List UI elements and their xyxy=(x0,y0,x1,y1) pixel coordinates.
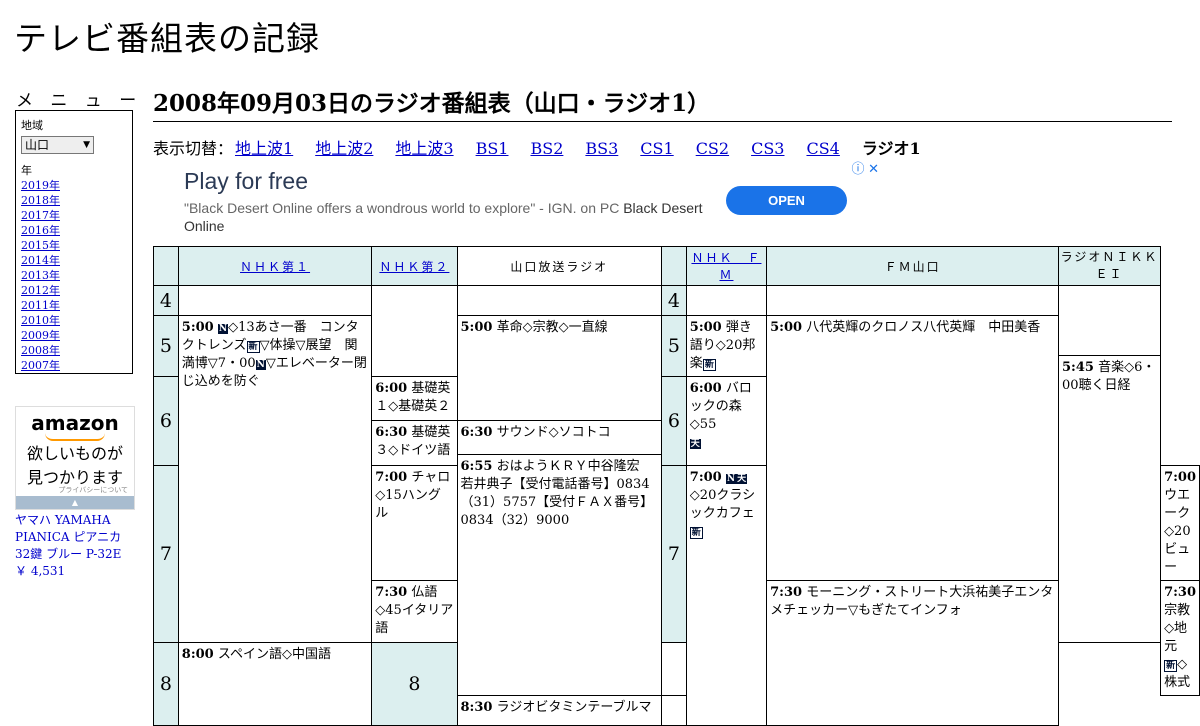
corner-cell-2 xyxy=(661,246,687,286)
empty-cell xyxy=(371,285,458,377)
empty-cell xyxy=(177,285,373,316)
new-program-icon: 新 xyxy=(1164,660,1178,672)
product-price: ￥ 4,531 xyxy=(15,564,66,578)
empty-cell xyxy=(456,285,663,316)
program-cell[interactable]: 6:30 基礎英３◇ドイツ語 xyxy=(371,420,458,466)
amazon-tagline-1: 欲しいものが xyxy=(26,444,123,463)
empty-cell xyxy=(661,695,687,726)
corner-cell xyxy=(153,246,179,286)
year-link-2015[interactable]: 2015年 xyxy=(21,239,60,252)
hour-cell: 4 xyxy=(153,285,179,316)
program-cell[interactable]: 5:00 八代英輝のクロノス八代英輝 中田美香 xyxy=(766,315,1060,581)
year-link-2008[interactable]: 2008年 xyxy=(21,344,60,357)
region-label: 地域 xyxy=(21,119,43,132)
product-name[interactable]: ヤマハ YAMAHA PIANICA ピアニカ 32鍵 ブルー P-32E xyxy=(15,513,121,561)
amazon-ad[interactable]: amazon 欲しいものが 見つかります プライバシーについて ▲ xyxy=(15,406,135,510)
program-cell[interactable]: 5:45 音楽◇6・00聴く日経 xyxy=(1058,355,1162,643)
program-cell[interactable]: 7:30 仏語◇45イタリア語 xyxy=(371,580,458,643)
program-cell[interactable]: 5:00 革命◇宗教◇一直線 xyxy=(456,315,663,421)
channel-link-nhk2[interactable]: ＮＨＫ第２ xyxy=(379,260,449,274)
hour-cell: 6 xyxy=(153,376,179,466)
weather-icon: 天 xyxy=(689,439,701,449)
menu-box: 地域 山口 ▼ 年 2019年 2018年 2017年 2016年 2015年 … xyxy=(15,110,133,374)
hour-cell: 8 xyxy=(153,642,179,726)
news-icon: N xyxy=(217,324,229,334)
year-link-2014[interactable]: 2014年 xyxy=(21,254,60,267)
year-link-2016[interactable]: 2016年 xyxy=(21,224,60,237)
program-cell[interactable]: 6:00 バロックの森◇55 天 xyxy=(685,376,768,466)
program-cell[interactable]: 5:00 N◇13あさ一番 コンタクトレンズ新 ▽体操▽展望 関満博▽7・00N▽… xyxy=(177,315,373,643)
program-cell[interactable]: 8:30 ラジオビタミンテーブルマ xyxy=(456,695,663,726)
amazon-product-link[interactable]: ヤマハ YAMAHA PIANICA ピアニカ 32鍵 ブルー P-32E ￥ … xyxy=(15,512,140,580)
ad-banner[interactable]: ⓘ ✕ Play for free "Black Desert Online o… xyxy=(153,156,881,246)
hour-cell: 6 xyxy=(661,376,687,466)
program-table: ＮＨＫ第１ ＮＨＫ第２ 山口放送ラジオ ＮＨＫ ＦＭ ＦＭ山口 ラジオＮＩＫＫＥ… xyxy=(153,246,1200,726)
program-cell[interactable]: 7:00 チャロ◇15ハングル xyxy=(371,465,458,581)
region-select[interactable]: 山口 ▼ xyxy=(21,136,94,154)
year-link-2007[interactable]: 2007年 xyxy=(21,359,60,372)
chevron-down-icon: ▼ xyxy=(83,140,90,150)
program-cell[interactable]: 7:00 N 天 ◇20クラシックカフェ新 xyxy=(685,465,768,726)
empty-cell xyxy=(766,285,1060,316)
ad-title: Play for free xyxy=(184,168,308,194)
new-program-icon: 新 xyxy=(689,527,703,539)
ad-description: "Black Desert Online offers a wondrous w… xyxy=(184,199,704,235)
program-cell[interactable]: 8:00 スペイン語◇中国語 xyxy=(177,642,373,726)
channel-header-nhkfm: ＮＨＫ ＦＭ xyxy=(685,246,768,286)
year-link-2009[interactable]: 2009年 xyxy=(21,329,60,342)
amazon-privacy[interactable]: プライバシーについて xyxy=(16,485,134,495)
year-link-2012[interactable]: 2012年 xyxy=(21,284,60,297)
hour-cell: 5 xyxy=(661,315,687,377)
year-link-2013[interactable]: 2013年 xyxy=(21,269,60,282)
empty-cell xyxy=(685,285,768,316)
year-link-2018[interactable]: 2018年 xyxy=(21,194,60,207)
ad-open-button[interactable]: OPEN xyxy=(726,186,847,215)
news-icon: N xyxy=(725,474,737,484)
channel-header-fmy: ＦＭ山口 xyxy=(766,246,1060,286)
site-title: テレビ番組表の記録 xyxy=(14,19,320,58)
news-icon: N xyxy=(255,360,266,370)
year-link-2019[interactable]: 2019年 xyxy=(21,179,60,192)
channel-header-nikkei: ラジオＮＩＫＫＥＩ xyxy=(1058,246,1162,286)
year-link-2017[interactable]: 2017年 xyxy=(21,209,60,222)
year-label: 年 xyxy=(21,164,32,177)
program-cell[interactable]: 7:00 ウエーク◇20ビュー xyxy=(1160,465,1200,581)
channel-header-kry: 山口放送ラジオ xyxy=(456,246,663,286)
new-program-icon: 新 xyxy=(702,359,716,371)
new-program-icon: 新 xyxy=(246,341,260,353)
program-cell[interactable]: 7:30 モーニング・ストリート大浜祐美子エンタメチェッカー▽もぎたてインフォ xyxy=(766,580,1060,726)
channel-link-nhk1[interactable]: ＮＨＫ第１ xyxy=(240,260,310,274)
hour-cell: 4 xyxy=(661,285,687,316)
program-cell[interactable]: 6:55 おはようＫＲＹ中谷隆宏 若井典子【受付電話番号】0834（31）575… xyxy=(456,454,663,696)
menu-label: メ ニ ュ ー xyxy=(16,91,143,111)
year-link-2010[interactable]: 2010年 xyxy=(21,314,60,327)
region-select-value: 山口 xyxy=(25,138,50,152)
page-title: 2008年09月03日のラジオ番組表（山口・ラジオ1） xyxy=(153,84,1172,122)
channel-header-nhk2: ＮＨＫ第２ xyxy=(371,246,458,286)
hour-cell: 7 xyxy=(153,465,179,643)
channel-header-nhk1: ＮＨＫ第１ xyxy=(177,246,373,286)
ad-choices-close-icon[interactable]: ⓘ ✕ xyxy=(851,158,879,177)
amazon-logo: amazon xyxy=(31,411,119,435)
chevron-up-icon[interactable]: ▲ xyxy=(16,496,134,509)
year-link-2011[interactable]: 2011年 xyxy=(21,299,60,312)
empty-cell xyxy=(1058,285,1162,356)
hour-cell: 7 xyxy=(661,465,687,643)
weather-icon: 天 xyxy=(736,474,748,484)
program-cell[interactable]: 7:30 宗教◇地元新 ◇株式 xyxy=(1160,580,1200,696)
channel-link-nhkfm[interactable]: ＮＨＫ ＦＭ xyxy=(691,251,761,282)
program-cell[interactable]: 5:00 弾き語り◇20邦楽新 xyxy=(685,315,768,377)
hour-cell: 5 xyxy=(153,315,179,377)
program-cell[interactable]: 6:30 サウンド◇ソコトコ xyxy=(456,420,663,455)
ad-desc-text: "Black Desert Online offers a wondrous w… xyxy=(184,200,620,216)
program-cell[interactable]: 6:00 基礎英１◇基礎英２ xyxy=(371,376,458,421)
year-list: 2019年 2018年 2017年 2016年 2015年 2014年 2013… xyxy=(21,178,127,373)
hour-cell: 8 xyxy=(371,642,458,726)
